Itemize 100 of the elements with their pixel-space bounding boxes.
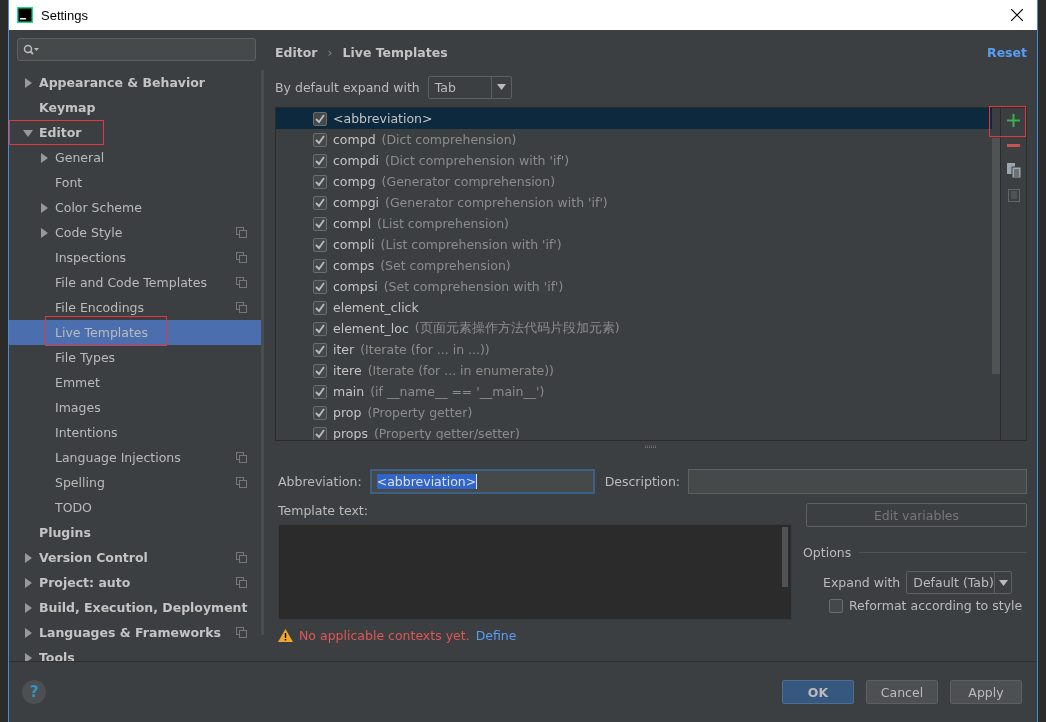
- dropdown-arrow-icon: [998, 579, 1008, 586]
- tree-item[interactable]: Keymap: [9, 95, 262, 120]
- checkbox[interactable]: [313, 384, 327, 399]
- tree-item[interactable]: Language Injections: [9, 445, 262, 470]
- tree-item[interactable]: Spelling: [9, 470, 262, 495]
- template-row[interactable]: prop (Property getter): [276, 402, 992, 423]
- checkbox[interactable]: [313, 195, 327, 210]
- template-row[interactable]: compgi (Generator comprehension with 'if'): [276, 192, 992, 213]
- checkbox[interactable]: [829, 598, 843, 613]
- define-link[interactable]: Define: [475, 628, 517, 643]
- checkbox[interactable]: [313, 279, 327, 294]
- collapsed-arrow-icon[interactable]: [39, 227, 49, 238]
- collapsed-arrow-icon[interactable]: [23, 77, 33, 88]
- collapsed-arrow-icon[interactable]: [23, 602, 33, 613]
- tree-item[interactable]: Code Style: [9, 220, 262, 245]
- template-row[interactable]: props (Property getter/setter): [276, 423, 992, 440]
- search-field[interactable]: [17, 38, 256, 61]
- template-description: (Iterate (for ... in enumerate)): [367, 363, 554, 378]
- tree-item[interactable]: General: [9, 145, 262, 170]
- expand-with-dropdown[interactable]: Default (Tab): [906, 571, 1013, 594]
- collapsed-arrow-icon[interactable]: [23, 652, 33, 661]
- checkbox[interactable]: [313, 363, 327, 378]
- collapsed-arrow-icon[interactable]: [39, 152, 49, 163]
- expanded-arrow-icon[interactable]: [23, 127, 33, 138]
- template-description: (List comprehension): [377, 216, 509, 231]
- checkbox[interactable]: [313, 237, 327, 252]
- checkbox[interactable]: [313, 342, 327, 357]
- template-name: element_loc: [333, 321, 409, 336]
- tree-item[interactable]: Emmet: [9, 370, 262, 395]
- dialog-button[interactable]: OK: [782, 680, 854, 704]
- tree-item[interactable]: Editor: [9, 120, 262, 145]
- close-icon[interactable]: [1011, 9, 1023, 21]
- reset-link[interactable]: Reset: [987, 44, 1027, 60]
- collapsed-arrow-icon[interactable]: [23, 577, 33, 588]
- resize-grip-icon[interactable]: [644, 444, 658, 448]
- template-description: (Property getter): [367, 405, 473, 420]
- tree-item[interactable]: Intentions: [9, 420, 262, 445]
- dialog-button[interactable]: Apply: [950, 680, 1022, 704]
- tree-item[interactable]: TODO: [9, 495, 262, 520]
- template-name: prop: [333, 405, 362, 420]
- template-row[interactable]: element_click: [276, 297, 992, 318]
- checkbox[interactable]: [313, 321, 327, 336]
- checkbox[interactable]: [313, 426, 327, 440]
- template-row[interactable]: compd (Dict comprehension): [276, 129, 992, 150]
- template-description: (Generator comprehension): [381, 174, 556, 189]
- template-name: compg: [333, 174, 376, 189]
- template-row[interactable]: compli (List comprehension with 'if'): [276, 234, 992, 255]
- template-row[interactable]: <abbreviation>: [276, 108, 992, 129]
- template-row[interactable]: compsi (Set comprehension with 'if'): [276, 276, 992, 297]
- checkbox[interactable]: [313, 132, 327, 147]
- template-description: (Dict comprehension with 'if'): [385, 153, 570, 168]
- template-row[interactable]: iter (Iterate (for ... in ...)): [276, 339, 992, 360]
- template-description: (Iterate (for ... in ...)): [360, 342, 490, 357]
- checkbox[interactable]: [313, 405, 327, 420]
- template-row[interactable]: itere (Iterate (for ... in enumerate)): [276, 360, 992, 381]
- checkbox[interactable]: [313, 153, 327, 168]
- project-level-icon: [236, 252, 248, 263]
- add-icon[interactable]: [1007, 114, 1020, 127]
- template-row[interactable]: compl (List comprehension): [276, 213, 992, 234]
- tree-item[interactable]: Appearance & Behavior: [9, 70, 262, 95]
- tree-item[interactable]: Project: auto: [9, 570, 262, 595]
- project-level-icon: [236, 552, 248, 563]
- tree-item[interactable]: Color Scheme: [9, 195, 262, 220]
- warning-text: No applicable contexts yet.: [299, 628, 470, 643]
- project-level-icon: [236, 277, 248, 288]
- tree-item[interactable]: Images: [9, 395, 262, 420]
- collapsed-arrow-icon[interactable]: [23, 552, 33, 563]
- template-name: compl: [333, 216, 372, 231]
- scrollbar[interactable]: [992, 138, 1000, 374]
- template-row[interactable]: compg (Generator comprehension): [276, 171, 992, 192]
- dialog-button[interactable]: Cancel: [866, 680, 938, 704]
- tree-item[interactable]: Build, Execution, Deployment: [9, 595, 262, 620]
- tree-item[interactable]: File and Code Templates: [9, 270, 262, 295]
- checkbox[interactable]: [313, 216, 327, 231]
- project-level-icon: [236, 477, 248, 488]
- checkbox[interactable]: [313, 300, 327, 315]
- template-row[interactable]: comps (Set comprehension): [276, 255, 992, 276]
- tree-item[interactable]: Languages & Frameworks: [9, 620, 262, 645]
- checkbox[interactable]: [313, 174, 327, 189]
- copy-icon[interactable]: [1006, 163, 1021, 178]
- collapsed-arrow-icon[interactable]: [39, 202, 49, 213]
- collapsed-arrow-icon[interactable]: [23, 627, 33, 638]
- tree-item[interactable]: File Encodings: [9, 295, 262, 320]
- checkbox[interactable]: [313, 111, 327, 126]
- tree-item[interactable]: File Types: [9, 345, 262, 370]
- template-name: element_click: [333, 300, 419, 315]
- warning-icon: [278, 629, 293, 642]
- tree-item[interactable]: Font: [9, 170, 262, 195]
- expand-dropdown[interactable]: Tab: [427, 75, 512, 99]
- template-row[interactable]: main (if __name__ == '__main__'): [276, 381, 992, 402]
- description-field[interactable]: [688, 469, 1027, 494]
- template-name: <abbreviation>: [333, 111, 433, 126]
- checkbox[interactable]: [313, 258, 327, 273]
- template-row[interactable]: element_loc (页面元素操作方法代码片段加元素): [276, 318, 992, 339]
- template-row[interactable]: compdi (Dict comprehension with 'if'): [276, 150, 992, 171]
- dropdown-arrow-icon: [496, 84, 506, 90]
- tree-item[interactable]: Plugins: [9, 520, 262, 545]
- tree-item[interactable]: Inspections: [9, 245, 262, 270]
- abbreviation-field[interactable]: <abbreviation>: [369, 469, 595, 494]
- tree-item[interactable]: Version Control: [9, 545, 262, 570]
